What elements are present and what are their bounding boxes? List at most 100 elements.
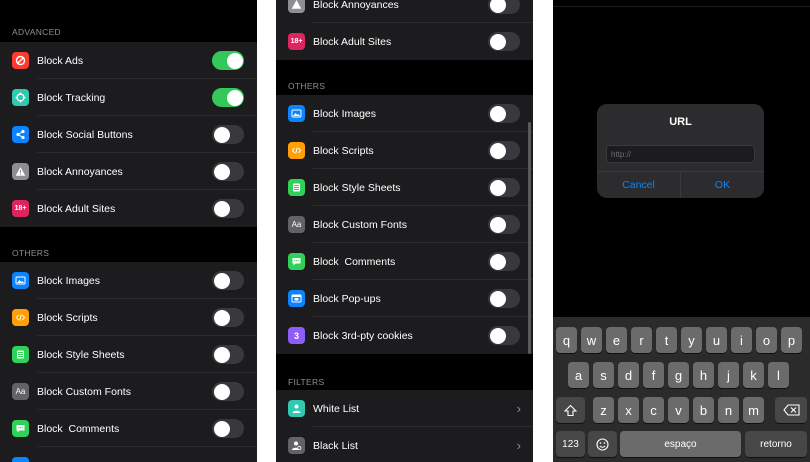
key-l[interactable]: l [768,362,789,388]
row-block-images[interactable]: Block Images [0,262,257,299]
row-block-comments[interactable]: Block Comments [276,243,533,280]
ok-button[interactable]: OK [681,172,764,198]
comment-icon [288,253,305,270]
block-tracking-toggle[interactable] [212,88,244,107]
row-block-ads[interactable]: Block Ads [0,42,257,79]
row-block-annoyances[interactable]: Block Annoyances [276,0,533,23]
block-scripts-toggle[interactable] [488,141,520,160]
key-p[interactable]: p [781,327,802,353]
row-block-style-sheets[interactable]: Block Style Sheets [0,336,257,373]
block-style-sheets-toggle[interactable] [212,345,244,364]
url-input[interactable] [606,145,755,163]
key-y[interactable]: y [681,327,702,353]
key-w[interactable]: w [581,327,602,353]
emoji-key[interactable] [588,431,617,457]
row-label: White List [313,402,360,415]
key-a[interactable]: a [568,362,589,388]
return-key[interactable]: retorno [745,431,807,457]
scrollbar[interactable] [528,122,531,354]
block-comments-toggle[interactable] [488,252,520,271]
share-icon [12,126,29,143]
row-block-popups[interactable]: Block Pop-ups [276,280,533,317]
block-ads-toggle[interactable] [212,51,244,70]
key-v[interactable]: v [668,397,689,423]
key-m[interactable]: m [743,397,764,423]
key-j[interactable]: j [718,362,739,388]
row-block-adult-sites[interactable]: 18+ Block Adult Sites [276,23,533,60]
key-e[interactable]: e [606,327,627,353]
block-social-toggle[interactable] [212,125,244,144]
code-icon [12,309,29,326]
numbers-key[interactable]: 123 [556,431,585,457]
key-i[interactable]: i [731,327,752,353]
adult-18-icon: 18+ [288,33,305,50]
block-ads-icon [12,52,29,69]
adult-18-icon: 18+ [12,200,29,217]
row-label: Block Style Sheets [37,348,125,361]
row-label: Block Annoyances [313,0,399,11]
key-q[interactable]: q [556,327,577,353]
row-block-images[interactable]: Block Images [276,95,533,132]
settings-panel-left: ADVANCED Block Ads Block Tracking Block … [0,0,257,462]
row-label: Block Ads [37,54,84,67]
row-block-comments[interactable]: Block Comments [0,410,257,447]
key-f[interactable]: f [643,362,664,388]
stylesheet-icon [12,346,29,363]
row-block-scripts[interactable]: Block Scripts [276,132,533,169]
cookie-3-icon: 3 [288,327,305,344]
key-k[interactable]: k [743,362,764,388]
shift-key[interactable] [556,397,585,423]
backspace-key[interactable] [775,397,807,423]
image-icon [12,272,29,289]
block-comments-toggle[interactable] [212,419,244,438]
key-r[interactable]: r [631,327,652,353]
row-block-annoyances[interactable]: Block Annoyances [0,153,257,190]
key-z[interactable]: z [593,397,614,423]
row-block-social-buttons[interactable]: Block Social Buttons [0,116,257,153]
block-images-toggle[interactable] [212,271,244,290]
warning-icon [288,0,305,13]
key-c[interactable]: c [643,397,664,423]
block-style-sheets-toggle[interactable] [488,178,520,197]
block-scripts-toggle[interactable] [212,308,244,327]
crosshair-icon [12,89,29,106]
block-custom-fonts-toggle[interactable] [488,215,520,234]
chevron-right-icon: › [516,401,521,416]
key-n[interactable]: n [718,397,739,423]
row-label: Block Adult Sites [313,35,392,48]
section-header-advanced: ADVANCED [12,27,62,37]
row-label: Block Custom Fonts [313,218,407,231]
person-block-icon [288,437,305,454]
row-label: Block Images [313,107,377,120]
row-black-list[interactable]: Black List › [276,427,533,462]
row-block-3rd-party-cookies[interactable]: 3 Block 3rd-pty cookies [276,317,533,354]
emoji-icon [596,437,609,451]
row-block-scripts[interactable]: Block Scripts [0,299,257,336]
key-h[interactable]: h [693,362,714,388]
key-u[interactable]: u [706,327,727,353]
block-adult-toggle[interactable] [212,199,244,218]
key-t[interactable]: t [656,327,677,353]
font-icon: Aa [12,383,29,400]
block-images-toggle[interactable] [488,104,520,123]
key-s[interactable]: s [593,362,614,388]
row-block-custom-fonts[interactable]: Aa Block Custom Fonts [0,373,257,410]
block-adult-toggle[interactable] [488,32,520,51]
key-o[interactable]: o [756,327,777,353]
row-block-adult-sites[interactable]: 18+ Block Adult Sites [0,190,257,227]
row-block-custom-fonts[interactable]: Aa Block Custom Fonts [276,206,533,243]
key-g[interactable]: g [668,362,689,388]
space-key[interactable]: espaço [620,431,741,457]
row-block-tracking[interactable]: Block Tracking [0,79,257,116]
key-x[interactable]: x [618,397,639,423]
row-white-list[interactable]: White List › [276,390,533,427]
key-b[interactable]: b [693,397,714,423]
block-cookies-toggle[interactable] [488,326,520,345]
block-popups-toggle[interactable] [488,289,520,308]
block-annoyances-toggle[interactable] [212,162,244,181]
row-block-style-sheets[interactable]: Block Style Sheets [276,169,533,206]
block-annoyances-toggle[interactable] [488,0,520,14]
block-custom-fonts-toggle[interactable] [212,382,244,401]
key-d[interactable]: d [618,362,639,388]
cancel-button[interactable]: Cancel [597,172,680,198]
